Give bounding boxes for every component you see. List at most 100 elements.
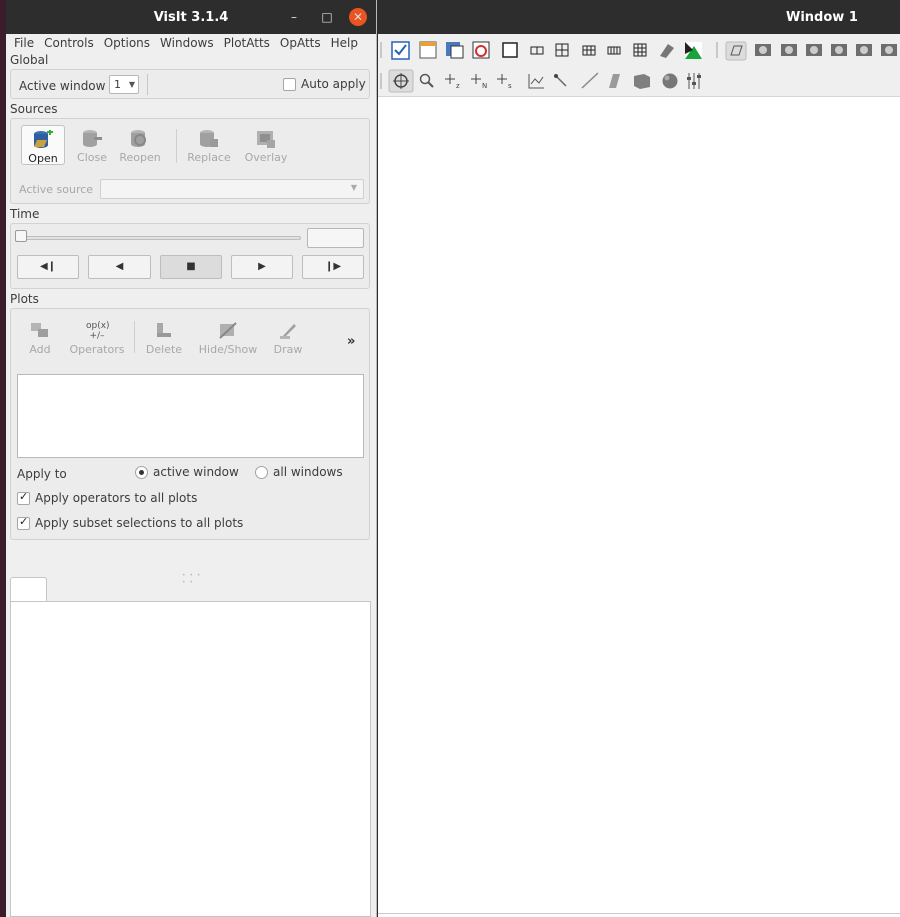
radio-button[interactable]	[135, 465, 148, 479]
camera-icon[interactable]	[806, 44, 822, 56]
lineout-icon[interactable]	[528, 74, 544, 89]
step-forward-icon: ❙▶	[324, 261, 342, 272]
menu-file[interactable]: File	[14, 36, 34, 50]
apply-all-windows-radio[interactable]: all windows	[255, 465, 343, 479]
line-tool-icon[interactable]	[581, 72, 599, 89]
menu-options[interactable]: Options	[104, 36, 150, 50]
apply-subset-checkbox[interactable]: Apply subset selections to all plots	[17, 515, 244, 530]
hide-show-button[interactable]: Hide/Show	[195, 317, 261, 356]
reopen-button[interactable]: Reopen	[117, 125, 163, 164]
time-state-field[interactable]	[307, 228, 364, 248]
radio-button[interactable]	[255, 465, 268, 479]
navigate-icon[interactable]	[388, 69, 414, 93]
notepad-tab[interactable]	[10, 577, 47, 602]
operators-button[interactable]: op(x) +/– Operators	[65, 317, 129, 356]
step-back-icon: ◀❙	[39, 261, 57, 272]
minimize-button[interactable]: –	[285, 8, 303, 26]
node-pick-icon[interactable]: N	[471, 74, 487, 90]
toolbar-grip-icon	[380, 42, 382, 58]
viz-title-bar[interactable]: Window 1	[378, 0, 900, 34]
layout-3x3-icon[interactable]	[633, 43, 647, 57]
menu-windows[interactable]: Windows	[160, 36, 214, 50]
global-group: Active window 1 ▼ Auto apply	[10, 69, 370, 99]
close-source-button[interactable]: Close	[69, 125, 115, 164]
stop-button[interactable]: ■	[160, 255, 222, 279]
menu-opatts[interactable]: OpAtts	[280, 36, 321, 50]
camera-icon[interactable]	[881, 44, 897, 56]
hide-show-icon	[217, 321, 239, 341]
toolbar-grip-icon	[716, 42, 718, 58]
divider	[147, 74, 148, 95]
more-tools-button[interactable]: »	[347, 334, 355, 349]
point-tool-icon[interactable]	[554, 74, 567, 87]
play-icon: ▶	[258, 261, 266, 272]
stop-icon: ■	[186, 261, 196, 272]
step-back-button[interactable]: ◀❙	[17, 255, 79, 279]
viz-interaction-icons: z N s	[380, 69, 701, 93]
menu-plotatts[interactable]: PlotAtts	[224, 36, 270, 50]
reset-view-icon[interactable]	[725, 41, 747, 61]
operators-label: Operators	[69, 343, 125, 356]
checkbox-box[interactable]	[17, 490, 30, 505]
axis-restriction-icon[interactable]	[687, 73, 701, 89]
box-tool-icon[interactable]	[634, 74, 650, 89]
checkbox-box[interactable]	[17, 515, 30, 530]
camera-icon[interactable]	[755, 44, 771, 56]
delete-button[interactable]: Delete	[141, 317, 187, 356]
layout-2x2-icon[interactable]	[555, 43, 569, 57]
apply-operators-checkbox[interactable]: Apply operators to all plots	[17, 490, 197, 505]
plane-tool-icon[interactable]	[609, 74, 620, 88]
active-source-combo[interactable]: ▼	[100, 179, 364, 199]
layout-1x1-icon[interactable]	[502, 42, 518, 58]
reopen-label: Reopen	[119, 151, 161, 164]
time-section-label: Time	[10, 207, 40, 221]
step-forward-button[interactable]: ❙▶	[302, 255, 364, 279]
plot-list[interactable]	[17, 374, 364, 458]
layout-1x2-icon[interactable]	[530, 46, 544, 55]
draw-button[interactable]: Draw	[265, 317, 311, 356]
notepad-area	[10, 601, 371, 917]
operator-icon: op(x) +/–	[86, 321, 110, 341]
layout-2x4-icon[interactable]	[607, 46, 621, 55]
play-button[interactable]: ▶	[231, 255, 293, 279]
replace-button[interactable]: Replace	[183, 125, 235, 164]
new-window-icon[interactable]	[419, 41, 437, 59]
splitter-handle[interactable]: • • • • •	[182, 572, 202, 586]
active-window-icon[interactable]	[391, 41, 410, 60]
time-slider[interactable]	[19, 236, 301, 240]
title-bar[interactable]: VisIt 3.1.4 – □ ✕	[6, 0, 376, 34]
zone-pick-icon[interactable]: z	[445, 74, 460, 90]
sphere-tool-icon[interactable]	[662, 73, 678, 89]
delete-window-icon[interactable]	[472, 41, 490, 59]
checkbox-box[interactable]	[283, 77, 296, 91]
spreadsheet-pick-icon[interactable]: s	[497, 74, 512, 90]
close-button[interactable]: ✕	[349, 8, 367, 26]
menu-help[interactable]: Help	[331, 36, 358, 50]
overlay-button[interactable]: Overlay	[243, 125, 289, 164]
render-canvas[interactable]	[378, 97, 900, 917]
clone-window-icon[interactable]	[446, 42, 464, 59]
time-slider-handle[interactable]	[15, 230, 27, 242]
zoom-icon[interactable]	[419, 73, 434, 88]
menu-controls[interactable]: Controls	[44, 36, 94, 50]
add-plot-button[interactable]: Add	[17, 317, 63, 356]
camera-icon[interactable]	[856, 44, 872, 56]
reopen-icon	[129, 129, 151, 149]
layout-2x3-icon[interactable]	[582, 45, 596, 56]
draw-label: Draw	[273, 343, 303, 356]
global-section-label: Global	[10, 53, 49, 67]
spin-mode-icon[interactable]	[685, 42, 702, 59]
active-window-combo[interactable]: 1 ▼	[109, 75, 139, 94]
auto-apply-checkbox[interactable]: Auto apply	[283, 77, 366, 91]
camera-icon[interactable]	[781, 44, 797, 56]
reverse-play-button[interactable]: ◀	[88, 255, 151, 279]
apply-active-window-radio[interactable]: active window	[135, 465, 239, 479]
apply-subset-label: Apply subset selections to all plots	[35, 516, 244, 530]
lock-view-icon[interactable]	[660, 44, 674, 58]
plots-group: Add op(x)+/– Operators Delete Hide/Show	[10, 308, 370, 540]
camera-icon[interactable]	[831, 44, 847, 56]
delete-plot-icon	[153, 321, 175, 341]
add-label: Add	[29, 343, 51, 356]
open-button[interactable]: Open	[21, 125, 65, 165]
maximize-button[interactable]: □	[318, 8, 336, 26]
